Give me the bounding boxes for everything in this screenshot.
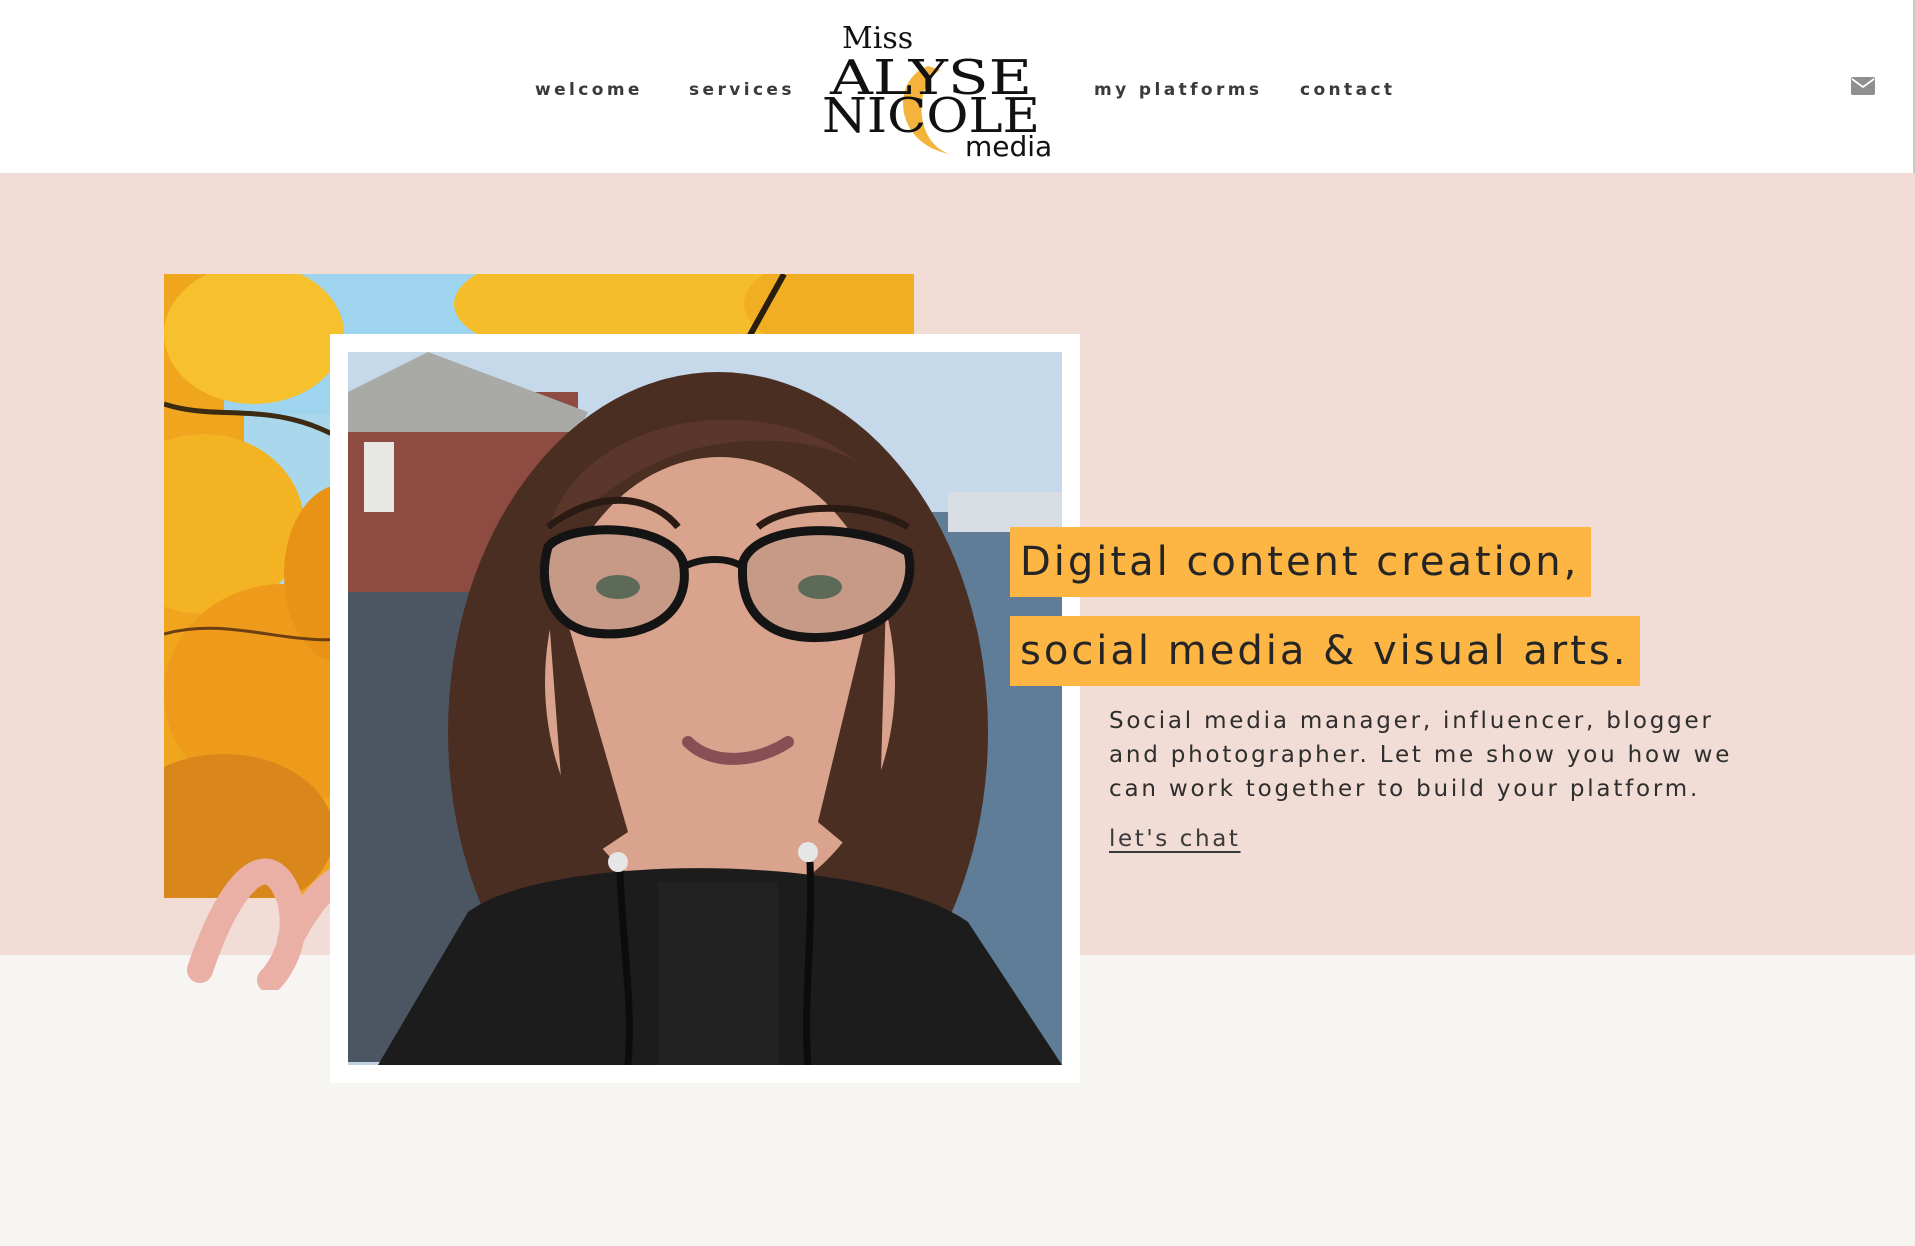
nav-services[interactable]: services (689, 80, 795, 100)
hero-headline-line-1: Digital content creation, (1010, 527, 1592, 597)
logo-line-media: media (965, 130, 1052, 160)
nav-my-platforms[interactable]: my platforms (1094, 80, 1262, 100)
nav-contact[interactable]: contact (1300, 80, 1395, 100)
hero-headline-line-2: social media & visual arts. (1010, 616, 1641, 686)
lets-chat-link[interactable]: let's chat (1109, 826, 1241, 852)
portrait-photo (348, 352, 1062, 1065)
portrait-frame (330, 334, 1080, 1083)
nav-welcome[interactable]: welcome (535, 80, 643, 100)
envelope-icon[interactable] (1851, 77, 1875, 95)
site-header: welcome services Miss ALYSE NICOLE media… (0, 0, 1915, 173)
site-logo[interactable]: Miss ALYSE NICOLE media (820, 20, 1062, 160)
hero-description: Social media manager, influencer, blogge… (1109, 708, 1733, 802)
portrait-image (348, 352, 1062, 1065)
